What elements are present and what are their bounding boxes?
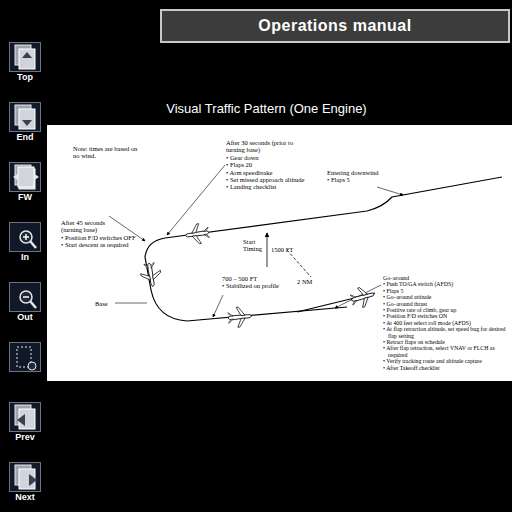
annotation-item: • Flaps 20 xyxy=(226,161,322,168)
after-45-seconds-note: After 45 seconds(turning base)• Position… xyxy=(61,219,141,249)
annotation-heading: Start xyxy=(243,238,267,245)
toolbar-button[interactable]: In xyxy=(8,222,42,262)
annotation-item: • Set missed approach altitude xyxy=(226,176,322,183)
toolbar-button[interactable]: Prev xyxy=(8,402,42,442)
annotation-item: • After flap retraction, select VNAV or … xyxy=(383,345,510,358)
page-top-icon xyxy=(9,42,41,72)
airplane-icon xyxy=(184,222,210,245)
toolbar-button-label: Top xyxy=(17,72,33,82)
toolbar-button[interactable]: Out xyxy=(8,282,42,322)
annotation-item: • Landing checklist xyxy=(226,183,322,190)
annotation-item: • Verify tracking route and altitude cap… xyxy=(383,358,510,364)
annotation-item: • Push TO/GA switch (AFDS) xyxy=(383,281,510,287)
annotation-heading: Note: times are based on xyxy=(73,145,193,152)
toolbar-button[interactable]: FW xyxy=(8,162,42,202)
toolbar-button[interactable] xyxy=(8,342,42,382)
annotation-item: • At flap retraction altitude, set speed… xyxy=(383,326,510,339)
annotation-item: • Go–around attitude xyxy=(383,294,510,300)
toolbar-button-label: Next xyxy=(15,492,35,502)
annotation-heading: Entering downwind xyxy=(327,169,407,176)
app-window: Top End FW In Out Prev Next Operations manual Vi… xyxy=(0,0,512,512)
annotation-heading: After 45 seconds xyxy=(61,219,141,226)
annotation-item: • Retract flaps on schedule xyxy=(383,339,510,345)
entering-downwind-note: Entering downwind• Flaps 5 xyxy=(327,169,407,184)
annotation-heading: turning base) xyxy=(226,146,322,153)
annotation-item: • Arm speedbrake xyxy=(226,169,322,176)
fit-width-icon xyxy=(9,162,41,192)
annotation-item: • Position F/D switches OFF xyxy=(61,234,141,241)
header-title: Operations manual xyxy=(160,9,510,43)
annotation-item: • Flaps 5 xyxy=(327,176,407,183)
annotation-item: • After Takeoff checklist xyxy=(383,365,510,371)
stabilized-note: 700 – 500 FT• Stabilized on profile xyxy=(222,275,288,290)
annotation-heading: Go–around xyxy=(383,275,510,281)
toolbar-button-label: Prev xyxy=(15,432,35,442)
annotation-item: • Positive rate of climb, gear up xyxy=(383,307,510,313)
annotation-item: • At 400 feet select roll mode (AFDS) xyxy=(383,320,510,326)
diagram-title: Visual Traffic Pattern (One Engine) xyxy=(47,101,512,117)
previous-page-icon xyxy=(9,402,41,432)
after-30-seconds-note: After 30 seconds (prior toturning base)•… xyxy=(226,139,322,191)
start-timing-note: StartTiming xyxy=(243,238,267,253)
toolbar-button[interactable]: Top xyxy=(8,42,42,82)
airplane-icon xyxy=(349,284,377,309)
annotation-heading: After 30 seconds (prior to xyxy=(226,139,322,146)
annotation-item: • Flaps 5 xyxy=(383,288,510,294)
toolbar-button-label: Out xyxy=(17,312,33,322)
annotation-item: • Stabilized on profile xyxy=(222,282,288,289)
zoom-out-icon xyxy=(9,282,41,312)
next-page-icon xyxy=(9,462,41,492)
annotation-heading: 700 – 500 FT xyxy=(222,275,288,282)
zoom-area-icon xyxy=(9,342,41,372)
annotation-item: • Gear down xyxy=(226,154,322,161)
base-label: Base xyxy=(95,300,108,307)
distance-label: 2 NM xyxy=(297,278,312,285)
page-end-icon xyxy=(9,102,41,132)
annotation-heading: (turning base) xyxy=(61,226,141,233)
annotation-item: • Start descent as required xyxy=(61,241,141,248)
annotation-heading: no wind. xyxy=(73,152,193,159)
toolbar-button-label: End xyxy=(17,132,34,142)
go-around-note: Go–around• Push TO/GA switch (AFDS)• Fla… xyxy=(383,275,510,371)
toolbar: Top End FW In Out Prev Next xyxy=(0,0,47,512)
annotation-item: • Go–around thrust xyxy=(383,301,510,307)
wind-note: Note: times are based onno wind. xyxy=(73,145,193,160)
annotation-heading: Timing xyxy=(243,245,267,252)
toolbar-button[interactable]: End xyxy=(8,102,42,142)
toolbar-button-label: FW xyxy=(18,192,32,202)
annotation-item: • Position F/D switches ON xyxy=(383,313,510,319)
main-area: Operations manual Visual Traffic Pattern … xyxy=(47,0,512,512)
airplane-icon xyxy=(227,306,252,328)
toolbar-button[interactable]: Next xyxy=(8,462,42,502)
diagram-panel: Note: times are based onno wind. After 30… xyxy=(47,125,512,381)
toolbar-button-label: In xyxy=(21,252,29,262)
airplane-icon xyxy=(139,261,163,288)
zoom-in-icon xyxy=(9,222,41,252)
altitude-label: 1500 FT xyxy=(271,246,293,253)
